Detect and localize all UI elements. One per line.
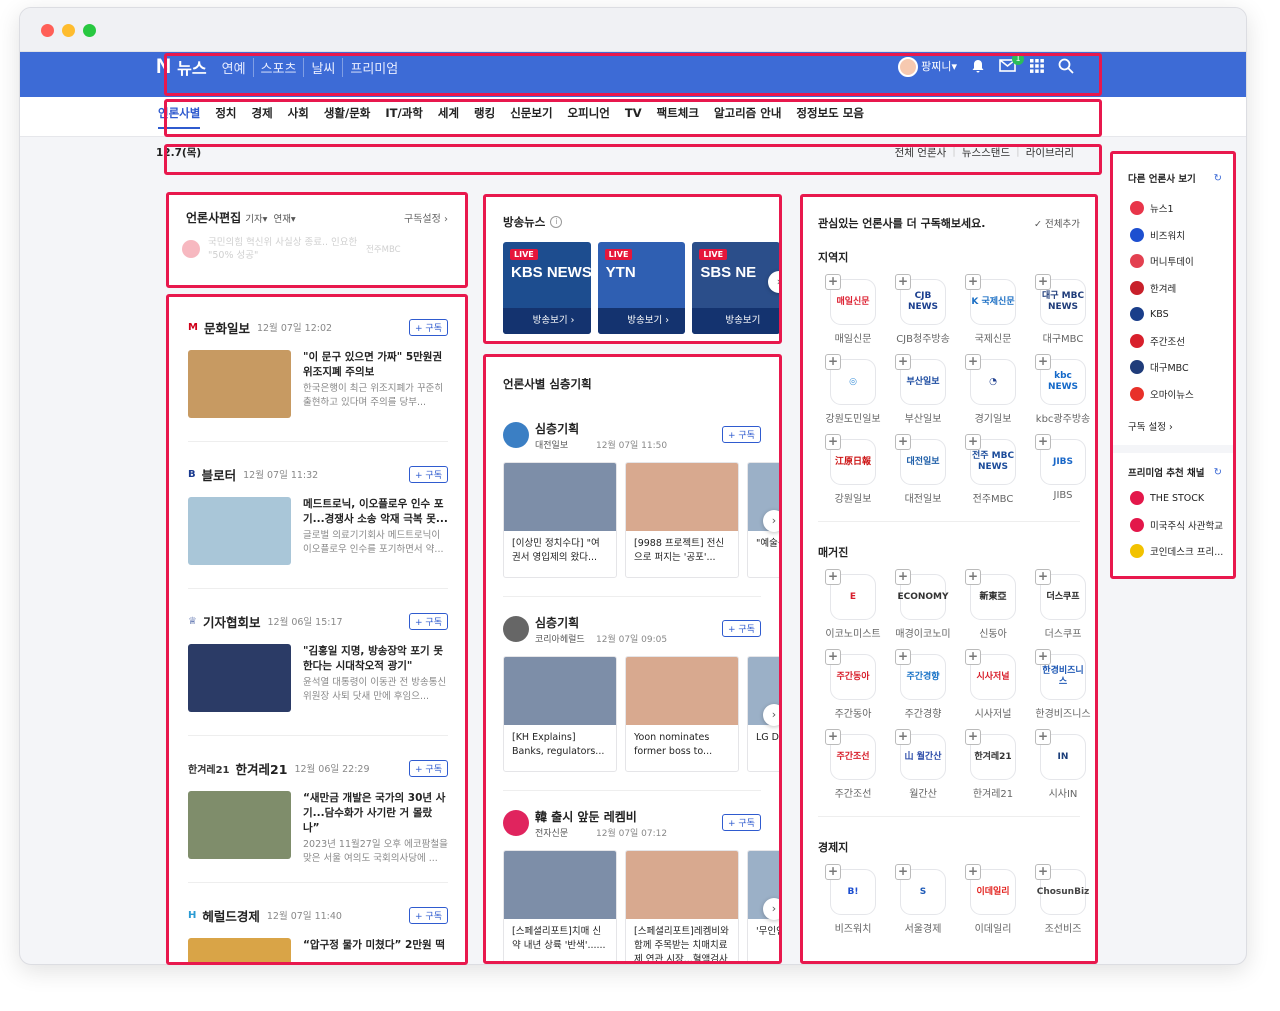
highlight-press-feed [166,294,468,965]
highlight-recommend [800,194,1098,964]
highlight-broadcast [483,194,782,344]
highlight-side-panel [1110,151,1236,579]
highlight-deep-report [483,354,782,964]
maximize-window-button[interactable] [83,24,96,37]
highlight-top-nav [164,53,1102,96]
minimize-window-button[interactable] [62,24,75,37]
highlight-category-nav [164,99,1102,137]
close-window-button[interactable] [41,24,54,37]
highlight-date-bar [164,144,1102,175]
highlight-editor-card [166,192,468,288]
